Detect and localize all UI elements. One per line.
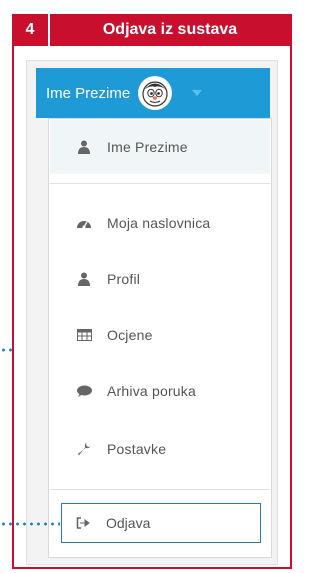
user-icon xyxy=(73,272,95,286)
user-icon xyxy=(73,140,95,154)
menu-item-arhiva-poruka[interactable]: Arhiva poruka xyxy=(73,377,196,405)
menu-item-label: Ocjene xyxy=(107,327,153,343)
dashboard-icon xyxy=(73,217,95,229)
menu-item-label: Postavke xyxy=(107,441,167,457)
menu-item-profil[interactable]: Profil xyxy=(73,265,140,293)
menu-item-user-name[interactable]: Ime Prezime xyxy=(73,133,188,161)
menu-item-moja-naslovnica[interactable]: Moja naslovnica xyxy=(73,209,210,237)
step-number: 4 xyxy=(12,14,50,46)
user-menu-toggle[interactable]: Ime Prezime xyxy=(36,68,270,118)
avatar-icon xyxy=(138,76,173,110)
wrench-icon xyxy=(73,442,95,456)
user-name: Ime Prezime xyxy=(46,84,131,102)
caret-down-icon xyxy=(192,90,203,96)
logout-button[interactable]: Odjava xyxy=(61,503,261,543)
menu-item-postavke[interactable]: Postavke xyxy=(73,435,166,463)
step-title: Odjava iz sustava xyxy=(102,21,238,38)
menu-item-ocjene[interactable]: Ocjene xyxy=(73,321,153,349)
logout-label: Odjava xyxy=(106,515,151,531)
menu-divider xyxy=(50,183,270,184)
sign-out-icon xyxy=(72,517,94,529)
menu-item-label: Ime Prezime xyxy=(107,139,188,155)
menu-item-label: Arhiva poruka xyxy=(107,383,196,399)
table-icon xyxy=(73,329,95,341)
menu-item-label: Moja naslovnica xyxy=(107,215,211,231)
menu-item-label: Profil xyxy=(107,271,141,287)
comment-icon xyxy=(73,385,95,398)
callout-line-upper xyxy=(0,348,12,352)
callout-line-logout xyxy=(0,522,60,526)
menu-divider xyxy=(50,489,270,490)
user-dropdown-menu: Ime Prezime Moja naslovnica Profil Ocjen… xyxy=(48,118,272,558)
step-header: 4 Odjava iz sustava xyxy=(12,14,292,46)
